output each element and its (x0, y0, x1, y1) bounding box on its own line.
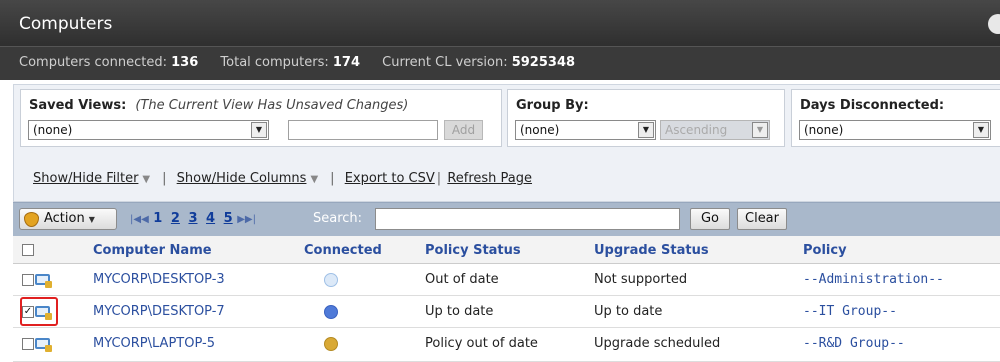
chevron-down-icon: ▼ (88, 215, 95, 224)
clear-button[interactable]: Clear (737, 208, 787, 230)
divider: | (162, 171, 167, 186)
table-row[interactable]: MYCORP\LAPTOP-5 Policy out of date Upgra… (13, 328, 1000, 362)
search-label: Search: (313, 211, 363, 226)
pager: |◀◀ 1 2 3 4 5 ▶▶| (130, 211, 256, 226)
connected-count: 136 (171, 55, 199, 70)
policy-cell[interactable]: --Administration-- (803, 272, 944, 287)
upgrade-status-cell: Not supported (594, 272, 688, 287)
window-control-icon[interactable] (988, 14, 1000, 34)
total-label: Total computers: (220, 55, 329, 70)
computer-icon (35, 274, 52, 288)
cl-version-value: 5925348 (511, 55, 576, 70)
add-view-button[interactable]: Add (444, 120, 483, 140)
policy-status-cell: Policy out of date (425, 336, 538, 351)
chevron-down-icon[interactable]: ▼ (142, 174, 150, 185)
page-link-5[interactable]: 5 (224, 211, 233, 226)
status-dot-partial (324, 337, 338, 351)
saved-views-box: Saved Views: (The Current View Has Unsav… (20, 89, 502, 147)
group-by-select[interactable]: (none) ▼ (515, 120, 656, 140)
page-current: 1 (153, 211, 163, 226)
view-name-input[interactable] (288, 120, 438, 140)
days-disconnected-select[interactable]: (none) ▼ (799, 120, 991, 140)
show-hide-filter-link[interactable]: Show/Hide Filter (33, 171, 138, 186)
action-label: Action (44, 211, 85, 226)
upgrade-status-cell: Up to date (594, 304, 663, 319)
chevron-down-icon: ▼ (638, 122, 654, 138)
days-disconnected-label: Days Disconnected: (800, 98, 945, 113)
shield-icon (24, 212, 39, 227)
prev-page-icon[interactable]: ◀ (141, 214, 149, 225)
group-by-value: (none) (520, 123, 560, 137)
stats-bar: Computers connected: 136 Total computers… (0, 46, 1000, 80)
computer-name-cell[interactable]: MYCORP\LAPTOP-5 (93, 336, 215, 351)
window-title-bar: Computers (0, 0, 1000, 46)
saved-views-value: (none) (33, 123, 73, 137)
grid-header: Computer Name Connected Policy Status Up… (13, 236, 1000, 264)
first-page-icon[interactable]: |◀ (130, 214, 141, 225)
cl-version-label: Current CL version: (382, 55, 508, 70)
status-dot-disconnected (324, 273, 338, 287)
sort-order-select[interactable]: Ascending ▼ (660, 120, 770, 140)
days-disconnected-box: Days Disconnected: (none) ▼ (791, 89, 1000, 147)
select-all-checkbox[interactable] (22, 244, 34, 256)
column-header-policy-status[interactable]: Policy Status (425, 243, 521, 258)
table-row[interactable]: MYCORP\DESKTOP-3 Out of date Not support… (13, 264, 1000, 296)
policy-status-cell: Up to date (425, 304, 494, 319)
status-dot-connected (324, 305, 338, 319)
group-by-label: Group By: (516, 98, 589, 113)
export-csv-link[interactable]: Export to CSV (345, 171, 435, 186)
column-header-upgrade-status[interactable]: Upgrade Status (594, 243, 709, 258)
sort-order-value: Ascending (665, 123, 728, 137)
divider: | (330, 171, 335, 186)
row-checkbox[interactable] (22, 274, 34, 286)
action-button[interactable]: Action ▼ (19, 208, 117, 230)
table-row[interactable]: ✓ MYCORP\DESKTOP-7 Up to date Up to date… (13, 296, 1000, 328)
days-disconnected-value: (none) (804, 123, 844, 137)
connected-label: Computers connected: (19, 55, 167, 70)
divider: | (436, 171, 442, 186)
chevron-down-icon: ▼ (251, 122, 267, 138)
last-page-icon[interactable]: ▶| (245, 214, 256, 225)
grid-toolbar: Action ▼ |◀◀ 1 2 3 4 5 ▶▶| Search: Go Cle… (13, 202, 1000, 236)
column-header-policy[interactable]: Policy (803, 243, 847, 258)
page-link-2[interactable]: 2 (171, 211, 180, 226)
view-links: Show/Hide Filter ▼ | Show/Hide Columns ▼ | E… (33, 171, 532, 186)
row-checkbox[interactable] (22, 338, 34, 350)
column-header-connected[interactable]: Connected (304, 243, 382, 258)
saved-views-select[interactable]: (none) ▼ (28, 120, 269, 140)
refresh-page-link[interactable]: Refresh Page (447, 171, 532, 186)
chevron-down-icon: ▼ (973, 122, 989, 138)
computer-name-cell[interactable]: MYCORP\DESKTOP-7 (93, 304, 225, 319)
group-by-box: Group By: (none) ▼ Ascending ▼ (507, 89, 785, 147)
policy-status-cell: Out of date (425, 272, 499, 287)
policy-cell[interactable]: --R&D Group-- (803, 336, 905, 351)
unsaved-changes-note: (The Current View Has Unsaved Changes) (135, 98, 409, 113)
saved-views-label: Saved Views: (The Current View Has Unsav… (29, 98, 409, 113)
computer-name-cell[interactable]: MYCORP\DESKTOP-3 (93, 272, 225, 287)
checkbox-highlight-box (20, 297, 58, 326)
filter-panel: Saved Views: (The Current View Has Unsav… (13, 84, 1000, 202)
column-header-computer-name[interactable]: Computer Name (93, 243, 212, 258)
policy-cell[interactable]: --IT Group-- (803, 304, 897, 319)
show-hide-columns-link[interactable]: Show/Hide Columns (177, 171, 307, 186)
upgrade-status-cell: Upgrade scheduled (594, 336, 721, 351)
go-button[interactable]: Go (690, 208, 730, 230)
chevron-down-icon: ▼ (752, 122, 768, 138)
total-count: 174 (332, 55, 361, 70)
search-input[interactable] (375, 208, 680, 230)
next-page-icon[interactable]: ▶ (237, 214, 245, 225)
window-title: Computers (19, 14, 113, 34)
page-link-3[interactable]: 3 (188, 211, 197, 226)
computer-icon (35, 338, 52, 352)
page-link-4[interactable]: 4 (206, 211, 215, 226)
chevron-down-icon[interactable]: ▼ (310, 174, 318, 185)
